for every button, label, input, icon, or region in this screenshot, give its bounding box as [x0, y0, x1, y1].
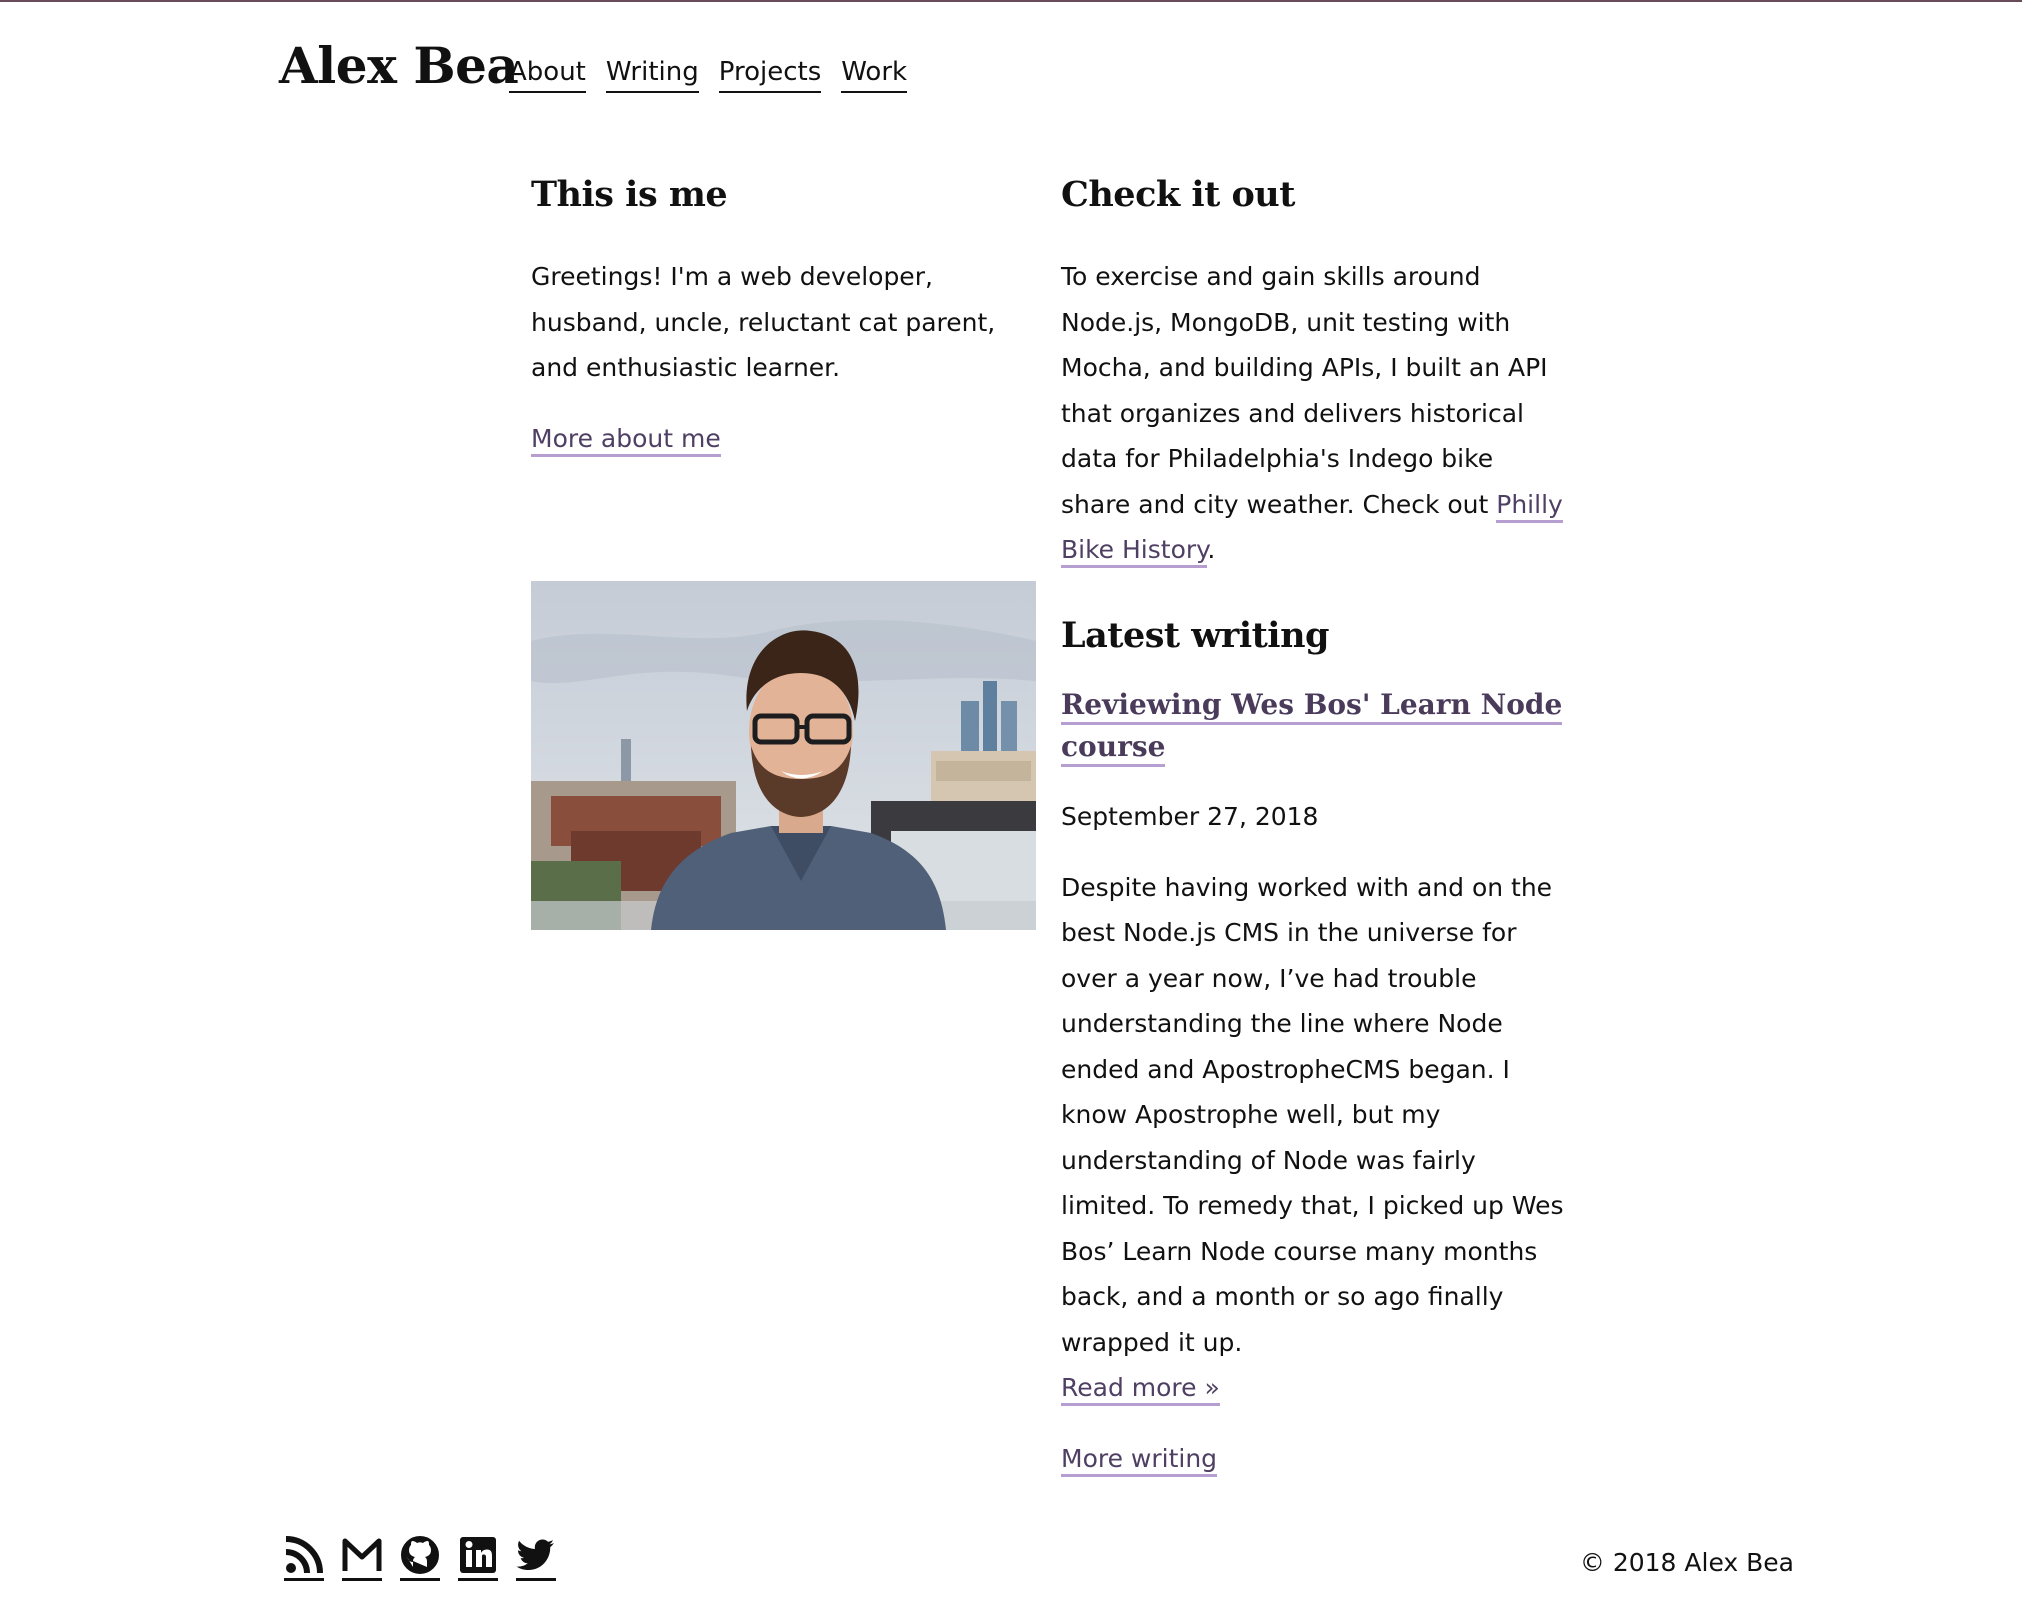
- project-description: To exercise and gain skills around Node.…: [1061, 262, 1548, 519]
- profile-photo: [531, 581, 1036, 930]
- project-text: To exercise and gain skills around Node.…: [1061, 254, 1567, 573]
- post-title-text: Reviewing Wes Bos' Learn Node course: [1061, 688, 1563, 767]
- nav-projects[interactable]: Projects: [718, 54, 822, 93]
- linkedin-icon[interactable]: [458, 1535, 498, 1581]
- gmail-icon[interactable]: [342, 1535, 382, 1581]
- rss-icon[interactable]: [284, 1535, 324, 1581]
- writing-heading: Latest writing: [1061, 615, 1330, 656]
- nav-writing[interactable]: Writing: [605, 54, 699, 93]
- more-about-link[interactable]: More about me: [531, 423, 721, 457]
- writing-section: Latest writing Reviewing Wes Bos' Learn …: [1061, 615, 1567, 1481]
- main-nav: About Writing Projects Work: [509, 54, 908, 93]
- site-brand[interactable]: Alex Bea: [279, 36, 519, 95]
- post-excerpt: Despite having worked with and on the be…: [1061, 872, 1564, 1357]
- about-section: This is me Greetings! I'm a web develope…: [531, 174, 1037, 461]
- project-heading: Check it out: [1061, 174, 1295, 215]
- post-date: September 27, 2018: [1061, 802, 1319, 831]
- read-more-link[interactable]: Read more »: [1061, 1373, 1220, 1406]
- nav-about[interactable]: About: [509, 54, 586, 93]
- post-title: Reviewing Wes Bos' Learn Node course: [1061, 684, 1567, 768]
- about-text: Greetings! I'm a web developer, husband,…: [531, 262, 996, 382]
- github-icon[interactable]: [400, 1535, 440, 1581]
- project-period: .: [1207, 535, 1216, 564]
- post-title-link[interactable]: Reviewing Wes Bos' Learn Node course: [1061, 688, 1563, 767]
- nav-work[interactable]: Work: [841, 54, 908, 93]
- social-links: [284, 1535, 556, 1581]
- more-writing-link[interactable]: More writing: [1061, 1443, 1218, 1477]
- project-section: Check it out To exercise and gain skills…: [1061, 174, 1567, 573]
- about-heading: This is me: [531, 174, 728, 215]
- twitter-icon[interactable]: [516, 1535, 556, 1581]
- copyright: © 2018 Alex Bea: [1579, 1548, 1794, 1577]
